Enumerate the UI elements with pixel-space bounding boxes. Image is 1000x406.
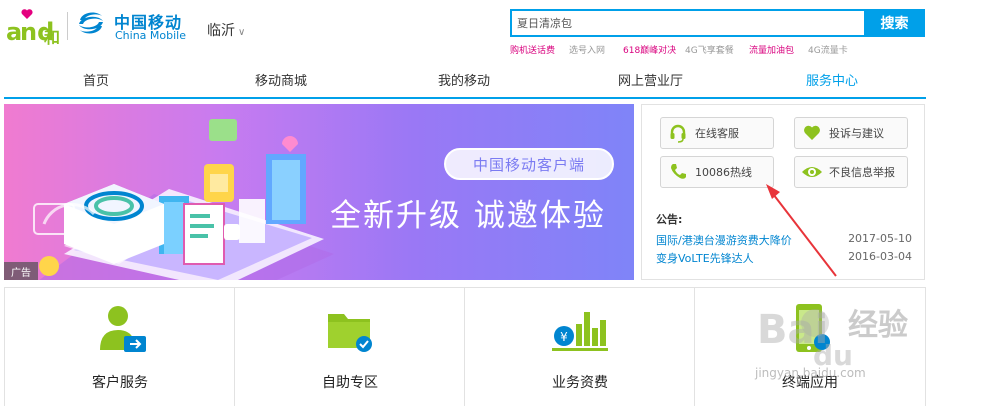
china-mobile-logo-icon[interactable] xyxy=(76,8,106,38)
hotline-label: 10086热线 xyxy=(695,166,752,179)
ad-tag: 广告 xyxy=(4,262,38,280)
nav-item-online-hall[interactable]: 网上营业厅 xyxy=(618,70,683,89)
hot-link[interactable]: 购机送话费 xyxy=(510,43,569,56)
svg-text:¥: ¥ xyxy=(560,330,568,344)
nav-item-home[interactable]: 首页 xyxy=(83,70,109,89)
chevron-down-icon: ∨ xyxy=(238,27,246,38)
tile-customer-service[interactable]: 客户服务 xyxy=(5,288,235,406)
hotline-10086-button[interactable]: 10086热线 xyxy=(660,156,774,188)
notice-date: 2017-05-10 xyxy=(848,232,912,245)
complaint-suggestion-label: 投诉与建议 xyxy=(829,127,884,140)
notice-date: 2016-03-04 xyxy=(848,250,912,263)
hot-link[interactable]: 流量加油包 xyxy=(749,43,808,56)
logo-divider xyxy=(67,12,68,40)
bad-info-report-label: 不良信息举报 xyxy=(829,166,895,179)
hot-link[interactable]: 4G流量卡 xyxy=(808,43,858,56)
nav-item-service-center[interactable]: 服务中心 xyxy=(806,70,858,89)
eye-icon xyxy=(795,162,829,182)
and-logo[interactable]: a nd 和 xyxy=(6,8,62,47)
online-service-button[interactable]: 在线客服 xyxy=(660,117,774,149)
brand-name-en: China Mobile xyxy=(115,29,187,42)
tile-label: 自助专区 xyxy=(322,375,378,391)
watermark-url: jingyan.baidu.com xyxy=(755,366,866,380)
and-logo-he: 和 xyxy=(44,28,61,47)
heart-icon xyxy=(795,123,829,143)
headset-icon xyxy=(661,123,695,143)
city-label: 临沂 xyxy=(207,23,235,39)
hot-search-links: 购机送话费 选号入网 618巅峰对决 4G飞享套餐 流量加油包 4G流量卡 xyxy=(510,43,858,56)
ad-banner[interactable]: 中国移动客户端 全新升级 诚邀体验 xyxy=(4,104,634,280)
tile-label: 客户服务 xyxy=(92,375,148,391)
tile-self-service[interactable]: 自助专区 xyxy=(235,288,465,406)
nav-underline xyxy=(4,97,926,99)
tile-label: 业务资费 xyxy=(552,375,608,391)
watermark-brand: 经验 xyxy=(848,308,908,343)
hot-link[interactable]: 4G飞享套餐 xyxy=(685,43,749,56)
search-box[interactable] xyxy=(510,9,864,37)
hot-link[interactable]: 选号入网 xyxy=(569,43,623,56)
tile-tariff[interactable]: ¥ 业务资费 xyxy=(465,288,695,406)
nav-item-my-mobile[interactable]: 我的移动 xyxy=(438,70,490,89)
tariff-chart-icon: ¥ xyxy=(552,312,608,351)
banner-slogan: 全新升级 诚邀体验 xyxy=(330,198,606,234)
online-service-label: 在线客服 xyxy=(695,127,739,140)
phone-city-illustration xyxy=(33,119,334,280)
hot-link[interactable]: 618巅峰对决 xyxy=(623,43,685,56)
city-selector[interactable]: 临沂 ∨ xyxy=(207,20,245,40)
search-button[interactable]: 搜索 xyxy=(864,9,925,37)
phone-icon xyxy=(661,162,695,182)
page: a nd 和 中国移动 China Mobile 临沂∨ 搜索 购机送话费 选号… xyxy=(0,0,1000,406)
nav-item-mall[interactable]: 移动商城 xyxy=(255,70,307,89)
notice-title: 公告: xyxy=(656,213,683,226)
banner-app-pill: 中国移动客户端 xyxy=(444,148,614,180)
main-nav: 首页 移动商城 我的移动 网上营业厅 服务中心 xyxy=(0,64,1000,94)
folder-check-icon xyxy=(328,314,372,352)
complaint-suggestion-button[interactable]: 投诉与建议 xyxy=(794,117,908,149)
red-arrow-annotation xyxy=(766,184,837,277)
notice-link[interactable]: 变身VoLTE先锋达人 xyxy=(656,250,754,266)
customer-service-icon xyxy=(100,306,146,352)
search-input[interactable] xyxy=(512,11,864,35)
